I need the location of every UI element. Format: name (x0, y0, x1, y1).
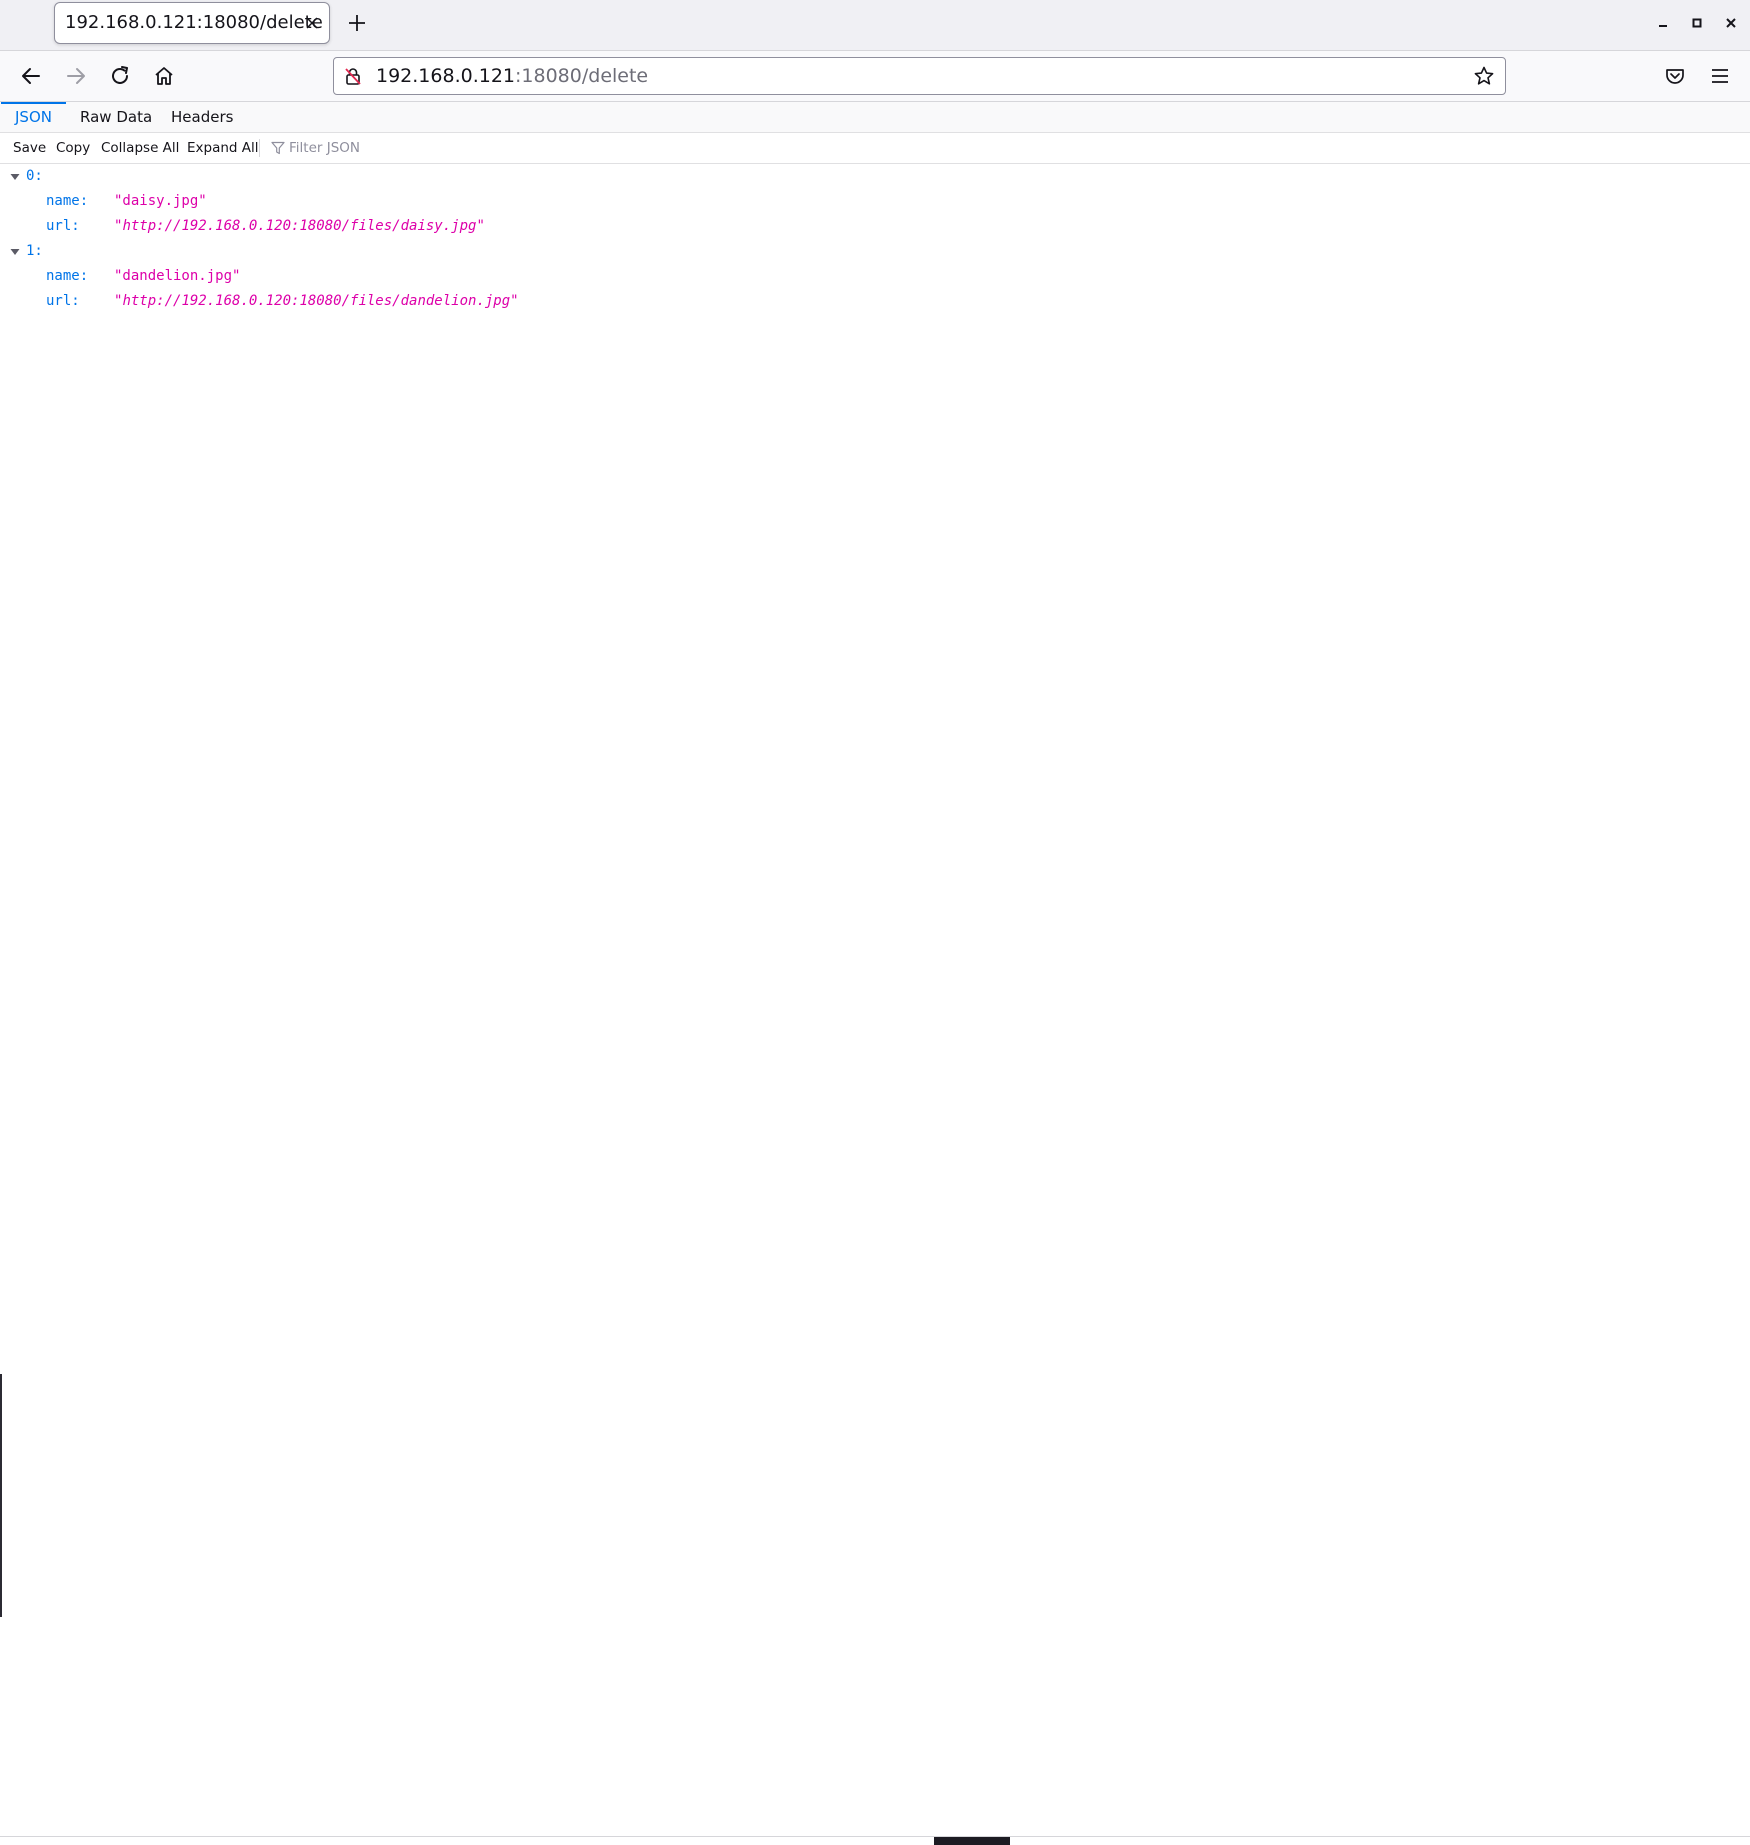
json-url-text[interactable]: http://192.168.0.120:18080/files/daisy.j… (122, 218, 476, 234)
json-key: url: (46, 218, 80, 234)
json-row-name[interactable]: name: "daisy.jpg" (0, 189, 1750, 214)
copy-button[interactable]: Copy (56, 133, 90, 163)
json-string-value: "daisy.jpg" (114, 193, 207, 209)
json-row-item-1[interactable]: 1: (0, 239, 1750, 264)
json-url-text[interactable]: http://192.168.0.120:18080/files/dandeli… (122, 293, 510, 309)
window-close-icon[interactable] (1723, 15, 1739, 31)
url-text: 192.168.0.121:18080/delete (376, 58, 648, 94)
toolbar-divider (259, 139, 260, 157)
tab-headers[interactable]: Headers (157, 102, 247, 132)
horizontal-scrollbar-thumb[interactable] (934, 1837, 1010, 1845)
filter-icon (271, 141, 285, 155)
json-viewer-tabs: JSON Raw Data Headers (0, 102, 1750, 133)
expand-triangle-icon[interactable] (10, 172, 20, 182)
json-string-value: "dandelion.jpg" (114, 268, 241, 284)
navigation-bar: 192.168.0.121:18080/delete (0, 51, 1750, 102)
close-tab-icon[interactable] (303, 14, 321, 32)
json-key: name: (46, 268, 89, 284)
json-toolbar: Save Copy Collapse All Expand All (0, 133, 1750, 164)
json-row-url[interactable]: url: "http://192.168.0.120:18080/files/d… (0, 289, 1750, 314)
url-path: :18080/delete (515, 65, 649, 87)
json-url-value[interactable]: "http://192.168.0.120:18080/files/daisy.… (114, 214, 485, 239)
browser-window: 192.168.0.121:18080/delete 192.168.0.121… (0, 0, 1750, 1845)
reload-icon[interactable] (108, 64, 132, 88)
home-icon[interactable] (152, 64, 176, 88)
tab-title: 192.168.0.121:18080/delete (65, 12, 323, 33)
json-row-name[interactable]: name: "dandelion.jpg" (0, 264, 1750, 289)
pocket-icon[interactable] (1664, 65, 1686, 87)
back-arrow-icon[interactable] (19, 64, 43, 88)
bookmark-star-icon[interactable] (1473, 65, 1495, 87)
save-button[interactable]: Save (13, 133, 46, 163)
collapse-all-button[interactable]: Collapse All (101, 133, 179, 163)
expand-all-button[interactable]: Expand All (187, 133, 259, 163)
json-key-index: 1: (26, 243, 43, 259)
json-key: name: (46, 193, 89, 209)
insecure-lock-icon[interactable] (343, 66, 363, 86)
json-key: url: (46, 293, 80, 309)
tab-raw-data[interactable]: Raw Data (66, 102, 166, 132)
forward-arrow-icon[interactable] (64, 64, 88, 88)
json-url-value[interactable]: "http://192.168.0.120:18080/files/dandel… (114, 289, 519, 314)
page-bottom-border (0, 1836, 1750, 1837)
json-key-index: 0: (26, 168, 43, 184)
maximize-icon[interactable] (1689, 15, 1705, 31)
hamburger-menu-icon[interactable] (1709, 65, 1731, 87)
json-row-item-0[interactable]: 0: (0, 164, 1750, 189)
expand-triangle-icon[interactable] (10, 247, 20, 257)
new-tab-icon[interactable] (346, 12, 368, 34)
tab-strip: 192.168.0.121:18080/delete (0, 0, 1750, 51)
url-host: 192.168.0.121 (376, 65, 516, 87)
url-bar[interactable]: 192.168.0.121:18080/delete (333, 57, 1506, 95)
tab-json[interactable]: JSON (1, 102, 66, 132)
filter-json-input[interactable] (289, 136, 589, 160)
json-row-url[interactable]: url: "http://192.168.0.120:18080/files/d… (0, 214, 1750, 239)
window-edge (0, 1374, 2, 1617)
browser-tab-active[interactable]: 192.168.0.121:18080/delete (54, 2, 330, 44)
minimize-icon[interactable] (1655, 15, 1671, 31)
